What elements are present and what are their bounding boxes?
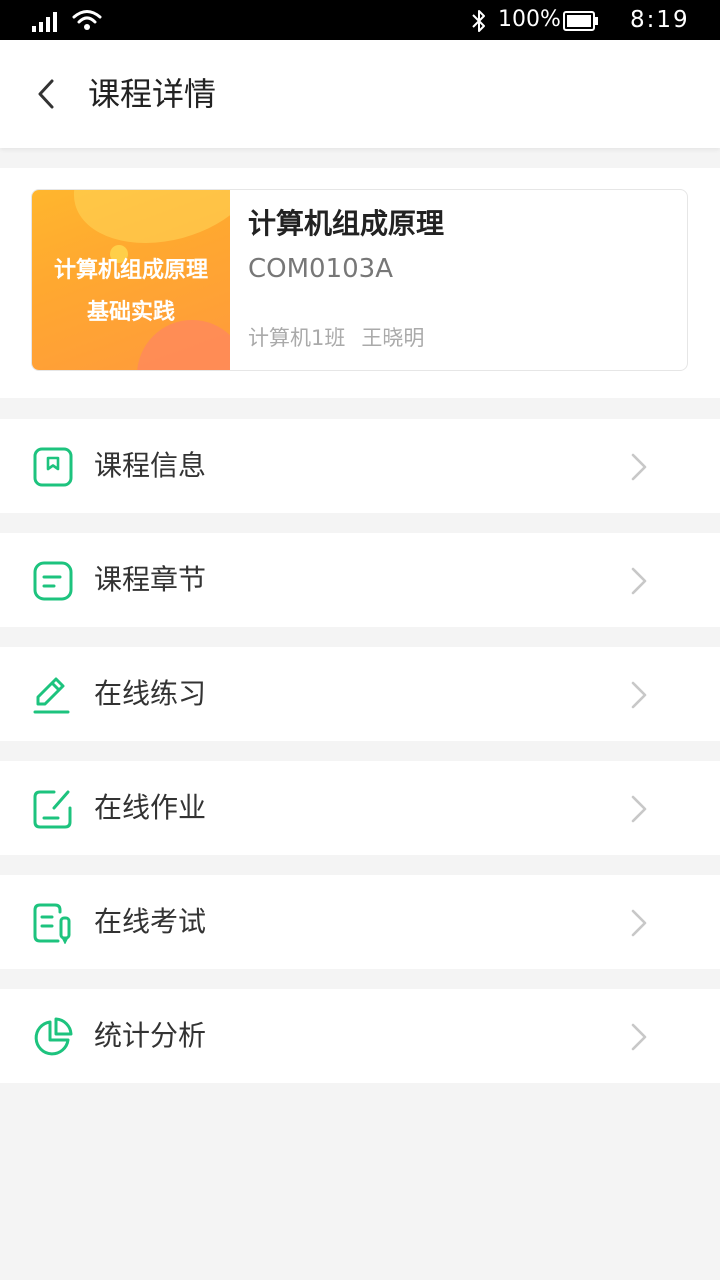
header: 课程详情 (0, 40, 720, 148)
course-meta: 计算机1班 王晓明 (248, 324, 424, 352)
exam-icon (33, 903, 71, 944)
bluetooth-icon (472, 10, 485, 32)
back-button[interactable] (22, 70, 70, 118)
class-name: 计算机1班 (248, 326, 346, 350)
menu-item-label: 在线考试 (94, 905, 207, 938)
chevron-right-icon (631, 909, 647, 937)
chevron-right-icon (631, 795, 647, 823)
bookmark-icon (33, 447, 73, 487)
cover-decoration (59, 190, 230, 263)
chevron-right-icon (631, 681, 647, 709)
menu-item-label: 统计分析 (94, 1019, 207, 1052)
course-cover: 计算机组成原理 基础实践 (32, 190, 230, 370)
cover-title: 计算机组成原理 (53, 258, 208, 283)
course-code: COM0103A (248, 254, 394, 284)
page-title: 课程详情 (88, 75, 217, 113)
menu-item-label: 在线练习 (94, 677, 207, 710)
chevron-left-icon (38, 79, 54, 109)
course-name: 计算机组成原理 (248, 207, 445, 240)
menu-item-online-exam[interactable]: 在线考试 (0, 875, 720, 969)
course-card[interactable]: 计算机组成原理 基础实践 计算机组成原理 COM0103A 计算机1班 王晓明 (31, 189, 688, 371)
battery-percent: 100% (498, 7, 561, 32)
menu-item-label: 在线作业 (94, 791, 207, 824)
menu-item-course-chapters[interactable]: 课程章节 (0, 533, 720, 627)
menu-item-statistics[interactable]: 统计分析 (0, 989, 720, 1083)
course-section: 计算机组成原理 基础实践 计算机组成原理 COM0103A 计算机1班 王晓明 (0, 168, 720, 398)
edit-square-icon (33, 790, 72, 829)
status-bar: 100% 8:19 (0, 0, 720, 40)
signal-icon (32, 12, 57, 32)
document-icon (33, 561, 73, 601)
chevron-right-icon (631, 567, 647, 595)
menu-item-label: 课程信息 (94, 449, 207, 482)
battery-icon (563, 11, 598, 31)
menu-item-course-info[interactable]: 课程信息 (0, 419, 720, 513)
teacher-name: 王晓明 (361, 326, 425, 350)
pie-chart-icon (34, 1017, 73, 1056)
chevron-right-icon (631, 453, 647, 481)
chevron-right-icon (631, 1023, 647, 1051)
menu-item-online-practice[interactable]: 在线练习 (0, 647, 720, 741)
wifi-icon (72, 10, 102, 30)
pencil-icon (33, 677, 70, 714)
menu-item-label: 课程章节 (94, 563, 207, 596)
status-clock: 8:19 (630, 7, 690, 33)
menu-item-online-homework[interactable]: 在线作业 (0, 761, 720, 855)
cover-subtitle: 基础实践 (86, 300, 175, 325)
